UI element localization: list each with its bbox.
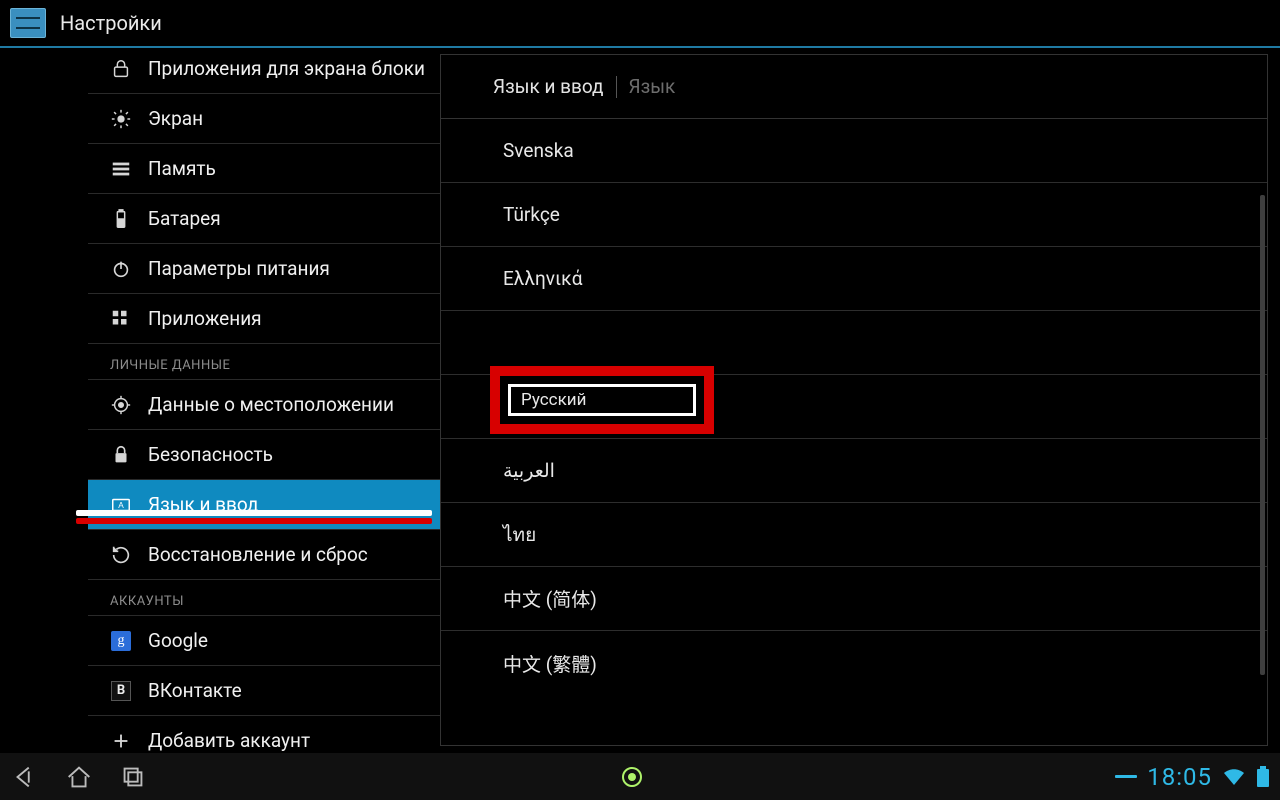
- home-button[interactable]: [64, 762, 94, 792]
- language-option[interactable]: 中文 (简体): [441, 567, 1267, 631]
- sidebar-item-add-account[interactable]: Добавить аккаунт: [88, 716, 440, 752]
- sidebar-item-google-account[interactable]: g Google: [88, 616, 440, 666]
- sidebar-item-location[interactable]: Данные о местоположении: [88, 380, 440, 430]
- language-label: Türkçe: [503, 203, 560, 226]
- content-wrapper: Язык и ввод Язык Svenska Türkçe Ελληνικά…: [440, 48, 1280, 752]
- sidebar-item-display[interactable]: Экран: [88, 94, 440, 144]
- sidebar-section-personal: ЛИЧНЫЕ ДАННЫЕ: [88, 344, 440, 380]
- sidebar-item-vk-account[interactable]: B ВКонтакте: [88, 666, 440, 716]
- system-nav-bar: 18:05: [0, 752, 1280, 800]
- sidebar-item-language-input[interactable]: A Язык и ввод: [88, 480, 440, 530]
- title-bar: Настройки: [0, 0, 1280, 46]
- sidebar-item-label: Восстановление и сброс: [148, 543, 368, 566]
- sidebar-item-label: Экран: [148, 107, 203, 130]
- sidebar-item-label: Безопасность: [148, 443, 273, 466]
- battery-status-icon[interactable]: [1256, 766, 1270, 788]
- language-option[interactable]: Ελληνικά: [441, 247, 1267, 311]
- sidebar-item-apps[interactable]: Приложения: [88, 294, 440, 344]
- language-option-highlighted[interactable]: Русский: [441, 311, 1267, 375]
- app-title: Настройки: [60, 11, 162, 35]
- main-area: Приложения для экрана блоки Экран Память…: [0, 48, 1280, 752]
- language-list[interactable]: Svenska Türkçe Ελληνικά Русский Українсь…: [441, 119, 1267, 745]
- status-clock[interactable]: 18:05: [1147, 763, 1212, 791]
- language-label: 中文 (繁體): [503, 650, 597, 677]
- backup-icon: [110, 544, 132, 566]
- scrollbar[interactable]: [1260, 125, 1265, 733]
- sidebar-item-lockscreen-apps[interactable]: Приложения для экрана блоки: [88, 48, 440, 94]
- language-option[interactable]: 中文 (繁體): [441, 631, 1267, 695]
- settings-app-icon: [10, 8, 46, 38]
- recent-apps-button[interactable]: [118, 762, 148, 792]
- lock-icon: [110, 58, 132, 80]
- google-icon: g: [110, 630, 132, 652]
- content-panel: Язык и ввод Язык Svenska Türkçe Ελληνικά…: [440, 54, 1268, 746]
- location-icon: [110, 394, 132, 416]
- sidebar-item-label: Приложения для экрана блоки: [148, 57, 425, 80]
- language-label: ไทย: [503, 520, 536, 550]
- sidebar-item-label: Данные о местоположении: [148, 393, 394, 416]
- brightness-icon: [110, 108, 132, 130]
- security-lock-icon: [110, 444, 132, 466]
- language-label: Українська: [503, 395, 602, 418]
- sidebar-item-label: Память: [148, 157, 216, 180]
- language-label: العربية: [503, 459, 555, 482]
- keyboard-icon: A: [110, 494, 132, 516]
- sidebar-item-power-settings[interactable]: Параметры питания: [88, 244, 440, 294]
- back-button[interactable]: [10, 762, 40, 792]
- language-option[interactable]: العربية: [441, 439, 1267, 503]
- sidebar-section-accounts: АККАУНТЫ: [88, 580, 440, 616]
- language-option[interactable]: Svenska: [441, 119, 1267, 183]
- vk-icon: B: [110, 680, 132, 702]
- breadcrumb-sub: Язык: [629, 75, 676, 98]
- sidebar-item-backup-reset[interactable]: Восстановление и сброс: [88, 530, 440, 580]
- sidebar-item-label: Параметры питания: [148, 257, 330, 280]
- power-icon: [110, 258, 132, 280]
- breadcrumb-separator: [616, 76, 617, 98]
- notification-indicator[interactable]: [622, 767, 642, 787]
- sidebar-item-security[interactable]: Безопасность: [88, 430, 440, 480]
- sidebar-item-label: Приложения: [148, 307, 262, 330]
- sidebar-item-battery[interactable]: Батарея: [88, 194, 440, 244]
- svg-text:A: A: [118, 500, 124, 509]
- apps-icon: [110, 308, 132, 330]
- language-option[interactable]: Türkçe: [441, 183, 1267, 247]
- wifi-icon[interactable]: [1222, 767, 1246, 787]
- breadcrumb-main[interactable]: Язык и ввод: [493, 75, 604, 98]
- plus-icon: [110, 730, 132, 752]
- breadcrumb: Язык и ввод Язык: [441, 55, 1267, 119]
- language-option[interactable]: ไทย: [441, 503, 1267, 567]
- sidebar-item-label: ВКонтакте: [148, 679, 242, 702]
- language-label: Svenska: [503, 139, 574, 162]
- scrollbar-thumb[interactable]: [1260, 195, 1265, 675]
- sidebar-item-storage[interactable]: Память: [88, 144, 440, 194]
- settings-sidebar: Приложения для экрана блоки Экран Память…: [0, 48, 440, 752]
- status-dash: [1115, 775, 1137, 778]
- language-option[interactable]: Українська: [441, 375, 1267, 439]
- sidebar-item-label: Батарея: [148, 207, 221, 230]
- sidebar-item-label: Google: [148, 629, 208, 652]
- sidebar-item-label: Добавить аккаунт: [148, 729, 310, 752]
- battery-icon: [110, 208, 132, 230]
- language-label: 中文 (简体): [503, 585, 597, 612]
- storage-icon: [110, 158, 132, 180]
- sidebar-item-label: Язык и ввод: [148, 493, 259, 516]
- language-label: Ελληνικά: [503, 267, 582, 290]
